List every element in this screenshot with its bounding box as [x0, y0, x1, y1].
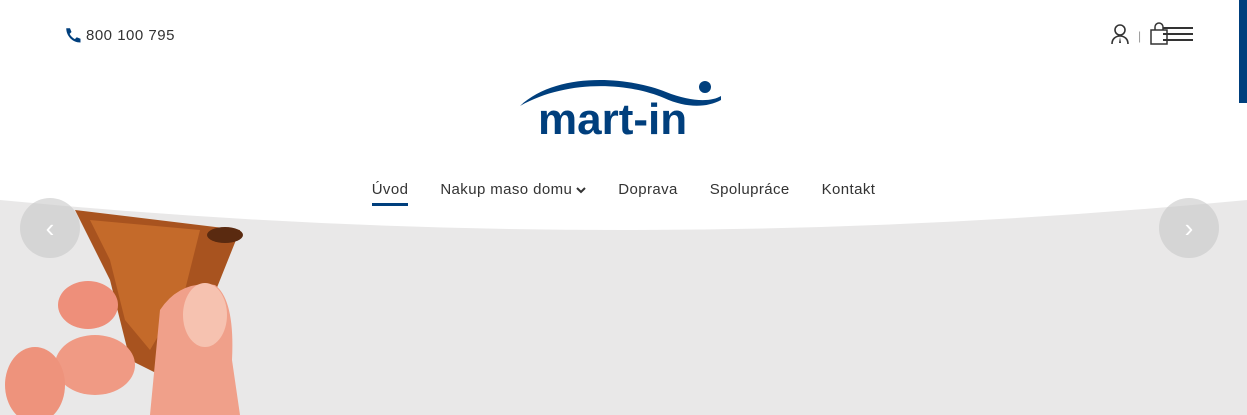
chevron-right-icon: ›: [1184, 212, 1194, 243]
phone-icon: [66, 28, 81, 43]
main-nav: Úvod Nakup maso domu Doprava Spolupráce …: [0, 181, 1247, 206]
separator: |: [1138, 29, 1142, 43]
slider-next-button[interactable]: ›: [1159, 198, 1219, 258]
nav-item-nakup-maso-domu[interactable]: Nakup maso domu: [440, 181, 586, 198]
logo[interactable]: mart-in: [516, 72, 726, 144]
nav-item-uvod[interactable]: Úvod: [371, 181, 409, 206]
phone-number: 800 100 795: [86, 26, 175, 44]
nav-item-doprava[interactable]: Doprava: [618, 181, 678, 198]
chevron-left-icon: ‹: [45, 212, 55, 243]
menu-icon[interactable]: [1163, 26, 1194, 42]
chevron-down-icon: [576, 186, 586, 193]
user-icon[interactable]: [1110, 23, 1130, 45]
nav-label: Kontakt: [821, 181, 876, 198]
nav-item-spoluprace[interactable]: Spolupráce: [710, 181, 790, 198]
phone-link[interactable]: 800 100 795: [64, 26, 175, 44]
hero-image: [0, 200, 1247, 415]
nav-label: Úvod: [371, 181, 409, 198]
nav-label: Spolupráce: [709, 181, 790, 198]
nav-label: Doprava: [618, 181, 678, 198]
svg-text:mart-in: mart-in: [538, 95, 687, 138]
nav-label: Nakup maso domu: [440, 181, 573, 198]
accent-bar: [1239, 0, 1247, 103]
hero-slider: [0, 200, 1247, 415]
nav-item-kontakt[interactable]: Kontakt: [822, 181, 876, 198]
slider-prev-button[interactable]: ‹: [20, 198, 80, 258]
